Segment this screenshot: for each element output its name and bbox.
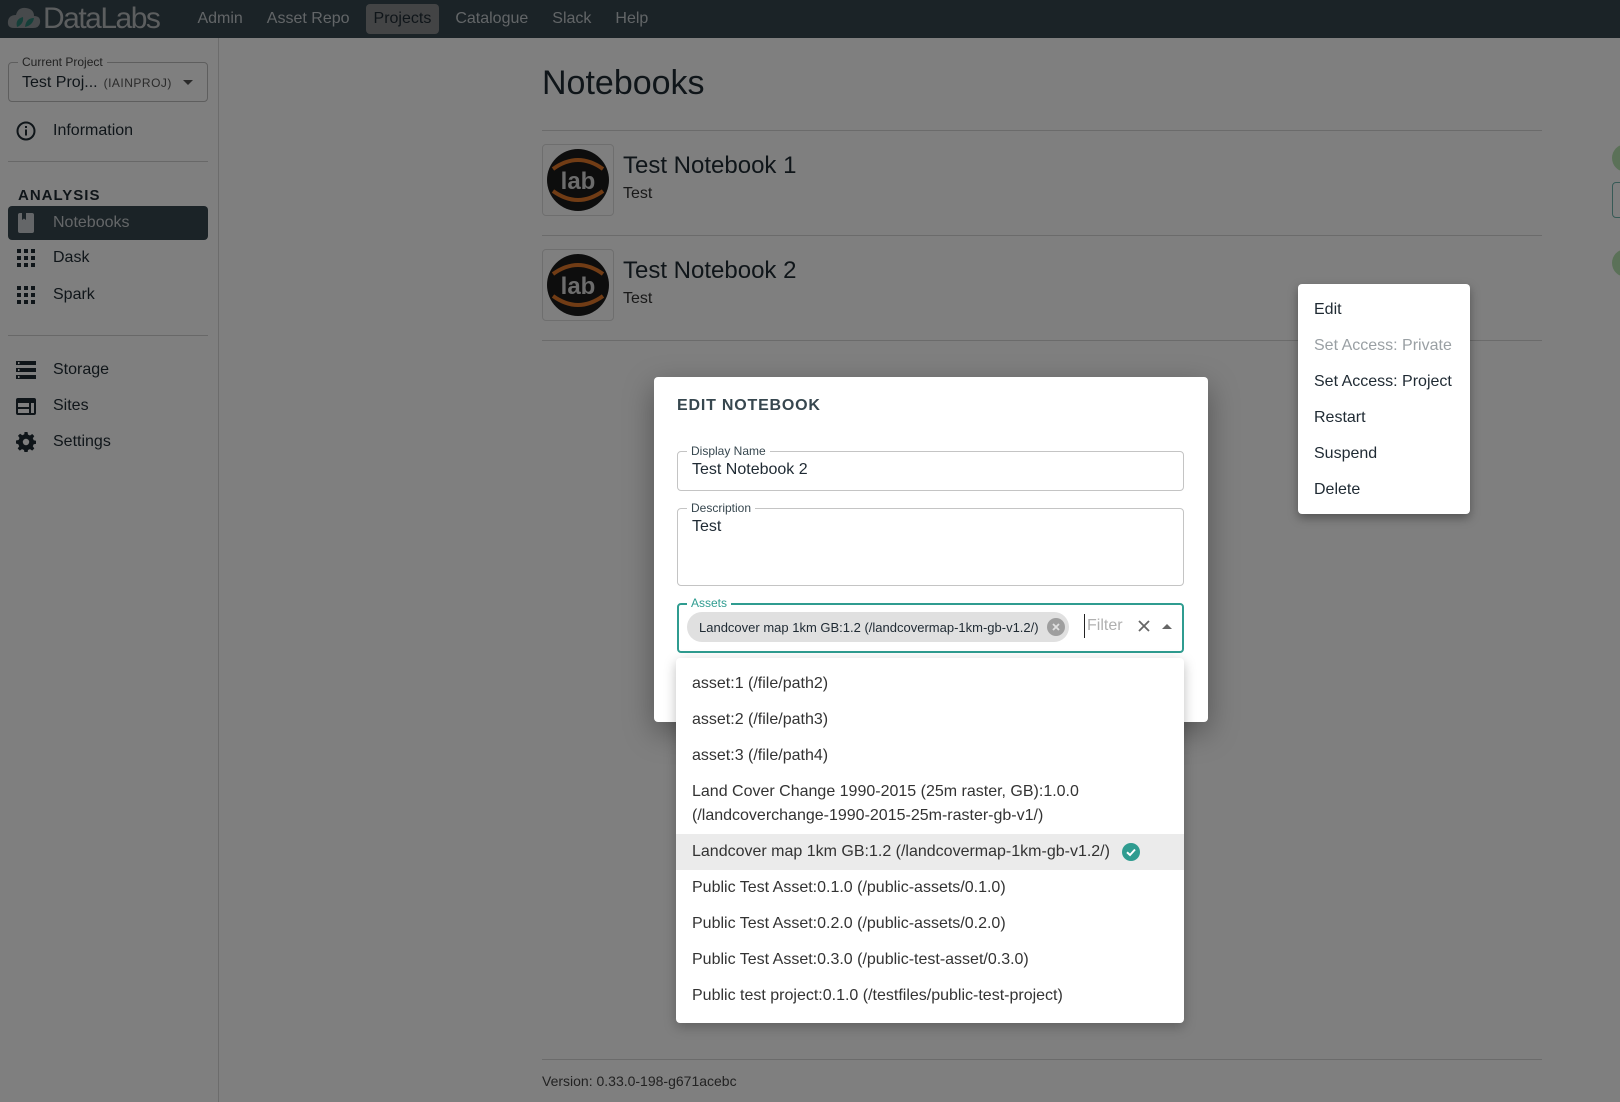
asset-option[interactable]: Land Cover Change 1990-2015 (25m raster,…	[676, 774, 1184, 834]
menu-item-edit[interactable]: Edit	[1298, 292, 1470, 328]
clear-icon[interactable]	[1135, 617, 1153, 635]
assets-filter-input[interactable]	[1084, 614, 1134, 638]
chip-label: Landcover map 1km GB:1.2 (/landcovermap-…	[699, 619, 1039, 635]
chevron-up-icon[interactable]	[1162, 624, 1172, 629]
menu-item-delete[interactable]: Delete	[1298, 472, 1470, 508]
option-label: Public Test Asset:0.3.0 (/public-test-as…	[692, 951, 1029, 968]
check-circle-icon	[1121, 843, 1140, 861]
display-name-field[interactable]: Display Name Test Notebook 2	[677, 444, 1184, 491]
asset-option[interactable]: asset:1 (/file/path2)	[676, 666, 1184, 702]
option-label: asset:1 (/file/path2)	[692, 675, 829, 692]
menu-item-set-access-private: Set Access: Private	[1314, 337, 1452, 354]
description-field[interactable]: Description Test	[677, 501, 1184, 586]
asset-option[interactable]: Public Test Asset:0.2.0 (/public-assets/…	[676, 906, 1184, 942]
assets-field[interactable]: Assets Landcover map 1km GB:1.2 (/landco…	[677, 596, 1184, 653]
asset-option-selected[interactable]: Landcover map 1km GB:1.2 (/landcovermap-…	[676, 834, 1184, 870]
notebook-actions-menu: Edit Set Access: Private Set Access: Pro…	[1298, 284, 1470, 514]
option-label: asset:2 (/file/path3)	[692, 711, 829, 728]
remove-chip-icon[interactable]	[1046, 618, 1065, 636]
menu-item-restart[interactable]: Restart	[1298, 400, 1470, 436]
asset-option[interactable]: Public Test Asset:0.1.0 (/public-assets/…	[676, 870, 1184, 906]
option-label: Public Test Asset:0.1.0 (/public-assets/…	[692, 879, 1006, 896]
assets-options-list: asset:1 (/file/path2) asset:2 (/file/pat…	[676, 658, 1184, 1023]
option-label: Landcover map 1km GB:1.2 (/landcovermap-…	[692, 843, 1110, 860]
dialog-title: EDIT NOTEBOOK	[677, 397, 821, 414]
asset-option[interactable]: asset:3 (/file/path4)	[676, 738, 1184, 774]
display-name-label: Display Name	[687, 444, 770, 458]
option-label: Public test project:0.1.0 (/testfiles/pu…	[692, 987, 1063, 1004]
option-label: Public Test Asset:0.2.0 (/public-assets/…	[692, 915, 1006, 932]
asset-option[interactable]: Public Test Asset:0.3.0 (/public-test-as…	[676, 942, 1184, 978]
display-name-value: Test Notebook 2	[692, 461, 808, 478]
menu-item-suspend[interactable]: Suspend	[1298, 436, 1470, 472]
menu-item-set-access-project[interactable]: Set Access: Project	[1298, 364, 1470, 400]
selected-asset-chip: Landcover map 1km GB:1.2 (/landcovermap-…	[687, 612, 1069, 642]
asset-option[interactable]: Public test project:0.1.0 (/testfiles/pu…	[676, 978, 1184, 1014]
description-label: Description	[687, 501, 756, 515]
description-value: Test	[692, 518, 722, 535]
assets-label: Assets	[687, 596, 732, 610]
option-label: asset:3 (/file/path4)	[692, 747, 829, 764]
option-label: Land Cover Change 1990-2015 (25m raster,…	[692, 783, 1079, 824]
asset-option[interactable]: asset:2 (/file/path3)	[676, 702, 1184, 738]
